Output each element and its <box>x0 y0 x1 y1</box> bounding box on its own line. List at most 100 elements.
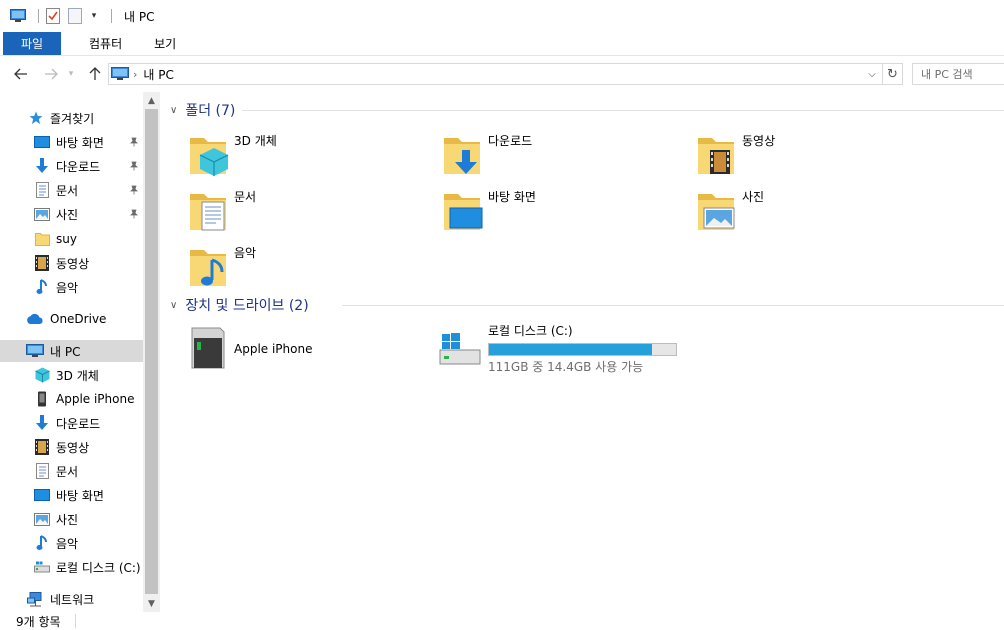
local-disk-icon <box>439 333 481 365</box>
tab-computer[interactable]: 컴퓨터 <box>73 32 138 55</box>
chevron-down-icon[interactable]: ∨ <box>170 105 177 116</box>
folder-tile-music[interactable]: 음악 <box>186 242 256 290</box>
nav-quick-documents[interactable]: 문서 <box>0 179 143 201</box>
refresh-button[interactable]: ↻ <box>883 63 903 85</box>
back-arrow-icon <box>14 68 27 80</box>
music-icon <box>34 279 50 295</box>
phone-icon <box>34 391 50 407</box>
navigation-scrollbar[interactable]: ▲ ▼ <box>143 92 160 612</box>
nav-label: 바탕 화면 <box>56 488 104 503</box>
quick-access-toolbar: ▾ <box>10 0 118 32</box>
chevron-down-icon: ▾ <box>68 69 74 79</box>
nav-label: 문서 <box>56 183 79 198</box>
chevron-down-icon[interactable]: ∨ <box>170 300 177 311</box>
pin-icon[interactable] <box>128 184 140 196</box>
computer-icon <box>26 343 44 359</box>
folder-tile-3d-objects[interactable]: 3D 개체 <box>186 130 277 178</box>
nav-pc-videos[interactable]: 동영상 <box>0 436 143 458</box>
tile-label: 다운로드 <box>488 134 533 148</box>
toolbar-divider <box>111 9 112 23</box>
nav-label: 사진 <box>56 207 79 222</box>
nav-this-pc[interactable]: 내 PC <box>0 340 143 362</box>
desktop-folder-icon <box>444 194 483 230</box>
nav-pc-local-disk[interactable]: 로컬 디스크 (C:) <box>0 556 143 578</box>
document-icon <box>34 463 50 479</box>
nav-quick-pictures[interactable]: 사진 <box>0 203 143 225</box>
nav-label: 동영상 <box>56 440 90 455</box>
tile-label: 동영상 <box>742 134 776 148</box>
back-button[interactable] <box>10 63 32 85</box>
pin-icon[interactable] <box>128 160 140 172</box>
drive-icon <box>34 559 50 575</box>
network-icon <box>26 591 44 607</box>
pin-icon[interactable] <box>128 208 140 220</box>
picture-icon <box>34 206 50 222</box>
nav-label: 문서 <box>56 464 79 479</box>
address-bar[interactable]: › 내 PC ⌵ <box>108 63 883 85</box>
tile-label: 바탕 화면 <box>488 190 536 204</box>
folders-group-header[interactable]: ∨ 폴더 (7) <box>170 99 1004 121</box>
onedrive-cloud-icon <box>26 311 44 327</box>
new-folder-icon[interactable] <box>67 8 83 24</box>
nav-pc-3d-objects[interactable]: 3D 개체 <box>0 364 143 386</box>
nav-label: suy <box>56 232 77 246</box>
nav-quick-access[interactable]: 즐겨찾기 <box>0 107 143 129</box>
nav-quick-suy[interactable]: suy <box>0 228 143 250</box>
up-button[interactable] <box>84 63 106 85</box>
3d-objects-folder-icon <box>190 138 229 176</box>
folder-tile-downloads[interactable]: 다운로드 <box>440 130 532 178</box>
nav-pc-desktop[interactable]: 바탕 화면 <box>0 484 143 506</box>
nav-onedrive[interactable]: OneDrive <box>0 308 143 330</box>
devices-group-header[interactable]: ∨ 장치 및 드라이브 (2) <box>170 294 1004 316</box>
tab-view[interactable]: 보기 <box>138 32 192 55</box>
nav-quick-videos[interactable]: 동영상 <box>0 252 143 274</box>
iphone-device-icon <box>191 327 225 369</box>
nav-pc-music[interactable]: 음악 <box>0 532 143 554</box>
nav-pc-documents[interactable]: 문서 <box>0 460 143 482</box>
search-input[interactable]: 내 PC 검색 <box>912 63 1004 85</box>
scroll-up-icon[interactable]: ▲ <box>143 92 160 109</box>
folder-icon <box>34 231 50 247</box>
nav-label: 다운로드 <box>56 416 101 431</box>
folder-tile-pictures[interactable]: 사진 <box>694 186 764 234</box>
forward-button[interactable] <box>40 63 62 85</box>
breadcrumb-separator-icon[interactable]: › <box>133 68 137 81</box>
tile-label: 로컬 디스크 (C:) <box>488 324 573 338</box>
nav-pc-apple-iphone[interactable]: Apple iPhone <box>0 388 143 410</box>
nav-quick-desktop[interactable]: 바탕 화면 <box>0 131 143 153</box>
address-row: ▾ › 내 PC ⌵ ↻ 내 PC 검색 <box>0 60 1004 88</box>
video-icon <box>34 439 50 455</box>
refresh-icon: ↻ <box>887 66 898 82</box>
properties-icon[interactable] <box>45 8 61 24</box>
tile-label: Apple iPhone <box>234 342 313 356</box>
star-icon <box>28 110 44 126</box>
recent-locations-button[interactable]: ▾ <box>64 63 78 85</box>
device-tile-local-disk[interactable]: 로컬 디스크 (C:) 111GB 중 14.4GB 사용 가능 <box>436 322 677 375</box>
customize-toolbar-icon[interactable]: ▾ <box>89 8 99 24</box>
drive-info: 로컬 디스크 (C:) 111GB 중 14.4GB 사용 가능 <box>488 322 677 375</box>
address-dropdown-icon[interactable]: ⌵ <box>864 66 880 82</box>
scrollbar-thumb[interactable] <box>145 109 158 594</box>
nav-network[interactable]: 네트워크 <box>0 588 143 610</box>
tile-label: 3D 개체 <box>234 134 277 148</box>
breadcrumb-this-pc[interactable]: 내 PC <box>143 66 173 83</box>
folder-tile-documents[interactable]: 문서 <box>186 186 256 234</box>
title-bar: ▾ 내 PC <box>0 0 1004 32</box>
folder-tile-desktop[interactable]: 바탕 화면 <box>440 186 536 234</box>
folder-tile-videos[interactable]: 동영상 <box>694 130 775 178</box>
nav-pc-pictures[interactable]: 사진 <box>0 508 143 530</box>
nav-label: 네트워크 <box>50 592 95 607</box>
nav-quick-downloads[interactable]: 다운로드 <box>0 155 143 177</box>
device-tile-apple-iphone[interactable]: Apple iPhone <box>186 324 312 372</box>
scroll-down-icon[interactable]: ▼ <box>143 595 160 612</box>
navigation-pane: 즐겨찾기 바탕 화면 다운로드 문서 사진 suy 동영상 음악 OneDriv… <box>0 92 160 612</box>
tab-file[interactable]: 파일 <box>3 32 61 55</box>
nav-label: 바탕 화면 <box>56 135 104 150</box>
up-arrow-icon <box>89 67 101 80</box>
pin-icon[interactable] <box>128 136 140 148</box>
nav-quick-music[interactable]: 음악 <box>0 276 143 298</box>
nav-pc-downloads[interactable]: 다운로드 <box>0 412 143 434</box>
music-folder-icon <box>190 250 226 286</box>
nav-label: 음악 <box>56 536 79 551</box>
toolbar-divider <box>38 9 39 23</box>
